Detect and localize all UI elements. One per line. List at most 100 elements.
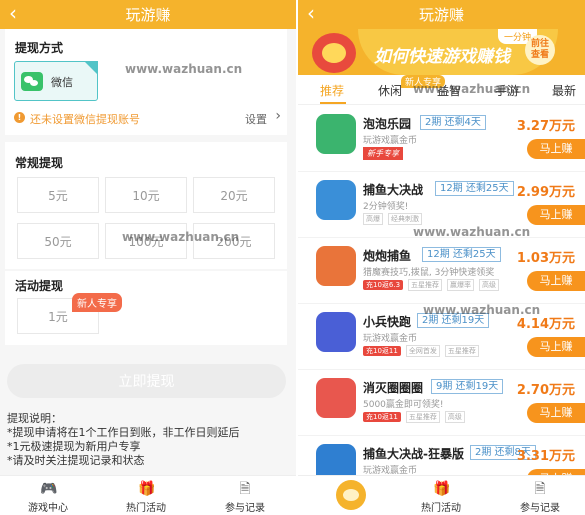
page-title: 玩游赚 — [125, 6, 171, 24]
earn-now-button[interactable]: 马上赚 — [527, 139, 585, 159]
watermark-text: www.wazhuan.cn — [413, 225, 531, 239]
amount-option[interactable]: 10元 — [105, 177, 187, 213]
game-tag: 赢爆率 — [447, 279, 475, 291]
normal-withdraw-section: 常规提现 5元 10元 20元 50元 100元 200元 — [5, 142, 287, 269]
game-name: 炮炮捕鱼 — [363, 249, 412, 263]
amount-option[interactable]: 50元 — [17, 223, 99, 259]
amount-option[interactable]: 20元 — [193, 177, 275, 213]
notes-line: *提现申请将在1个工作日到账，非工作日则延后 — [7, 426, 240, 439]
warning-icon: ! — [14, 112, 25, 123]
game-icon — [316, 246, 356, 286]
game-name: 捕鱼大决战 — [363, 183, 424, 197]
section-title: 提现方式 — [15, 41, 64, 55]
game-list-item[interactable]: 泡泡乐园 2期 还剩4天 玩游戏赢金币 新手专享 3.27万元 马上赚 — [298, 106, 585, 172]
period-badge: 12期 还剩25天 — [422, 247, 501, 262]
period-badge: 2期 还剩4天 — [420, 115, 486, 130]
earn-now-button[interactable]: 马上赚 — [527, 271, 585, 291]
back-icon[interactable]: ‹ — [307, 0, 315, 27]
withdraw-notes: 提现说明： *提现申请将在1个工作日到账，非工作日则延后 *1元极速提现为新用户… — [7, 412, 292, 468]
game-description: 猎魔赛技巧,拨鼠, 3分钟快速领奖 — [363, 268, 495, 278]
back-icon[interactable]: ‹ — [9, 0, 17, 27]
tab-label: 参与记录 — [520, 503, 560, 514]
tab-label: 参与记录 — [225, 503, 265, 514]
wechat-icon — [21, 72, 43, 91]
gift-icon: 🎁 — [433, 481, 451, 497]
tab-game-center[interactable] — [306, 476, 396, 515]
game-name: 捕鱼大决战-狂暴版 — [363, 447, 464, 461]
banner-button-line: 前往 — [530, 39, 549, 49]
header-bar: ‹ 玩游赚 — [0, 0, 296, 29]
tab-label: 游戏中心 — [28, 503, 68, 514]
banner-title: 如何快速游戏赚钱 — [374, 47, 510, 67]
game-description: 5000赢金即可领奖! — [363, 400, 444, 410]
notes-line: *1元极速提现为新用户专享 — [7, 440, 141, 453]
reward-amount: 2.99万元 — [516, 185, 575, 200]
game-icon — [316, 378, 356, 418]
tab-hot-activities[interactable]: 🎁 热门活动 — [101, 476, 191, 515]
page-title: 玩游赚 — [418, 6, 464, 24]
tab-recommend[interactable]: 推荐 — [320, 82, 344, 99]
section-title: 常规提现 — [15, 156, 64, 170]
earn-now-button[interactable]: 马上赚 — [527, 205, 585, 225]
game-tags: 充10返11 全网首发 五星推荐 — [363, 345, 484, 357]
guide-banner[interactable]: 一分钟 如何快速游戏赚钱 前往 查看 — [298, 29, 585, 75]
withdraw-method-section: 提现方式 微信 ! 还未设置微信提现账号 设置 › — [5, 29, 287, 135]
section-title: 活动提现 — [15, 279, 64, 293]
game-tag: 充10返6.3 — [363, 280, 404, 290]
reward-amount: 1.03万元 — [516, 251, 575, 266]
gamepad-icon: 🎮 — [40, 481, 58, 497]
tab-latest[interactable]: 最新 — [552, 82, 576, 99]
earn-now-button[interactable]: 马上赚 — [527, 403, 585, 423]
watermark-text: www.wazhuan.cn — [125, 62, 243, 76]
bottom-tab-bar: 🎮 游戏中心 🎁 热门活动 🗎 参与记录 — [0, 475, 296, 515]
game-tags: 高爆 经典刺激 — [363, 213, 427, 225]
amount-option[interactable]: 5元 — [17, 177, 99, 213]
tab-label: 热门活动 — [126, 503, 166, 514]
game-tag: 充10返11 — [363, 346, 401, 356]
game-tag: 高级 — [444, 411, 465, 423]
game-tag: 五星推荐 — [444, 345, 479, 357]
wechat-account-setting-row[interactable]: ! 还未设置微信提现账号 设置 › — [14, 108, 281, 127]
game-icon — [316, 312, 356, 352]
tab-records[interactable]: 🗎 参与记录 — [495, 476, 585, 515]
period-badge: 9期 还剩19天 — [431, 379, 504, 394]
reward-amount: 3.27万元 — [516, 119, 575, 134]
setting-link[interactable]: 设置 — [245, 111, 267, 127]
banner-view-button[interactable]: 前往 查看 — [525, 35, 555, 65]
game-tag: 充10返11 — [363, 412, 401, 422]
game-tags: 充10返11 五星推荐 高级 — [363, 411, 470, 423]
game-list-item[interactable]: 消灭圈圈圈 9期 还剩19天 5000赢金即可领奖! 充10返11 五星推荐 高级 2.70… — [298, 370, 585, 436]
game-tag: 全网首发 — [405, 345, 440, 357]
record-icon: 🗎 — [239, 481, 251, 497]
withdraw-now-button[interactable]: 立即提现 — [7, 364, 286, 398]
game-icon — [316, 114, 356, 154]
notes-line: *请及时关注提现记录和状态 — [7, 454, 145, 467]
game-description: 玩游戏赢金币 — [363, 136, 418, 146]
selected-check-icon — [84, 61, 98, 75]
game-tag: 高级 — [479, 279, 500, 291]
reward-amount: 2.70万元 — [516, 383, 575, 398]
earn-now-button[interactable]: 马上赚 — [527, 337, 585, 357]
active-tab-indicator — [320, 102, 346, 104]
tab-casual[interactable]: 休闲 — [378, 82, 402, 99]
tab-hot-activities[interactable]: 🎁 热门活动 — [396, 476, 486, 515]
game-list-item[interactable]: 炮炮捕鱼 12期 还剩25天猎魔赛技巧,拨鼠, 3分钟快速领奖 充10返6.3 五星推… — [298, 238, 585, 304]
lion-mascot-icon — [312, 33, 356, 73]
game-tag: 五星推荐 — [405, 411, 440, 423]
watermark-text: www.wazhuan.cn — [413, 82, 531, 96]
watermark-text: www.wazhuan.cn — [122, 230, 240, 244]
period-badge: 12期 还剩25天 — [435, 181, 514, 196]
tab-game-center[interactable]: 🎮 游戏中心 — [3, 476, 93, 515]
game-description: 玩游戏赢金币 — [363, 334, 418, 344]
game-description: 2分钟领奖! — [363, 202, 409, 212]
game-name: 小兵快跑 — [363, 315, 412, 329]
wechat-label: 微信 — [51, 76, 73, 89]
game-tags: 充10返6.3 五星推荐 赢爆率 高级 — [363, 279, 504, 291]
chevron-right-icon: › — [275, 108, 281, 124]
bottom-tab-bar: 🎁 热门活动 🗎 参与记录 — [298, 475, 585, 515]
wechat-option[interactable]: 微信 — [14, 61, 98, 101]
game-list-screen: ‹ 玩游赚 一分钟 如何快速游戏赚钱 前往 查看 推荐 休闲 益智 手游 最新 … — [298, 0, 585, 515]
newuser-badge: 新手专享 — [363, 147, 403, 160]
game-icon — [316, 180, 356, 220]
tab-records[interactable]: 🗎 参与记录 — [200, 476, 290, 515]
